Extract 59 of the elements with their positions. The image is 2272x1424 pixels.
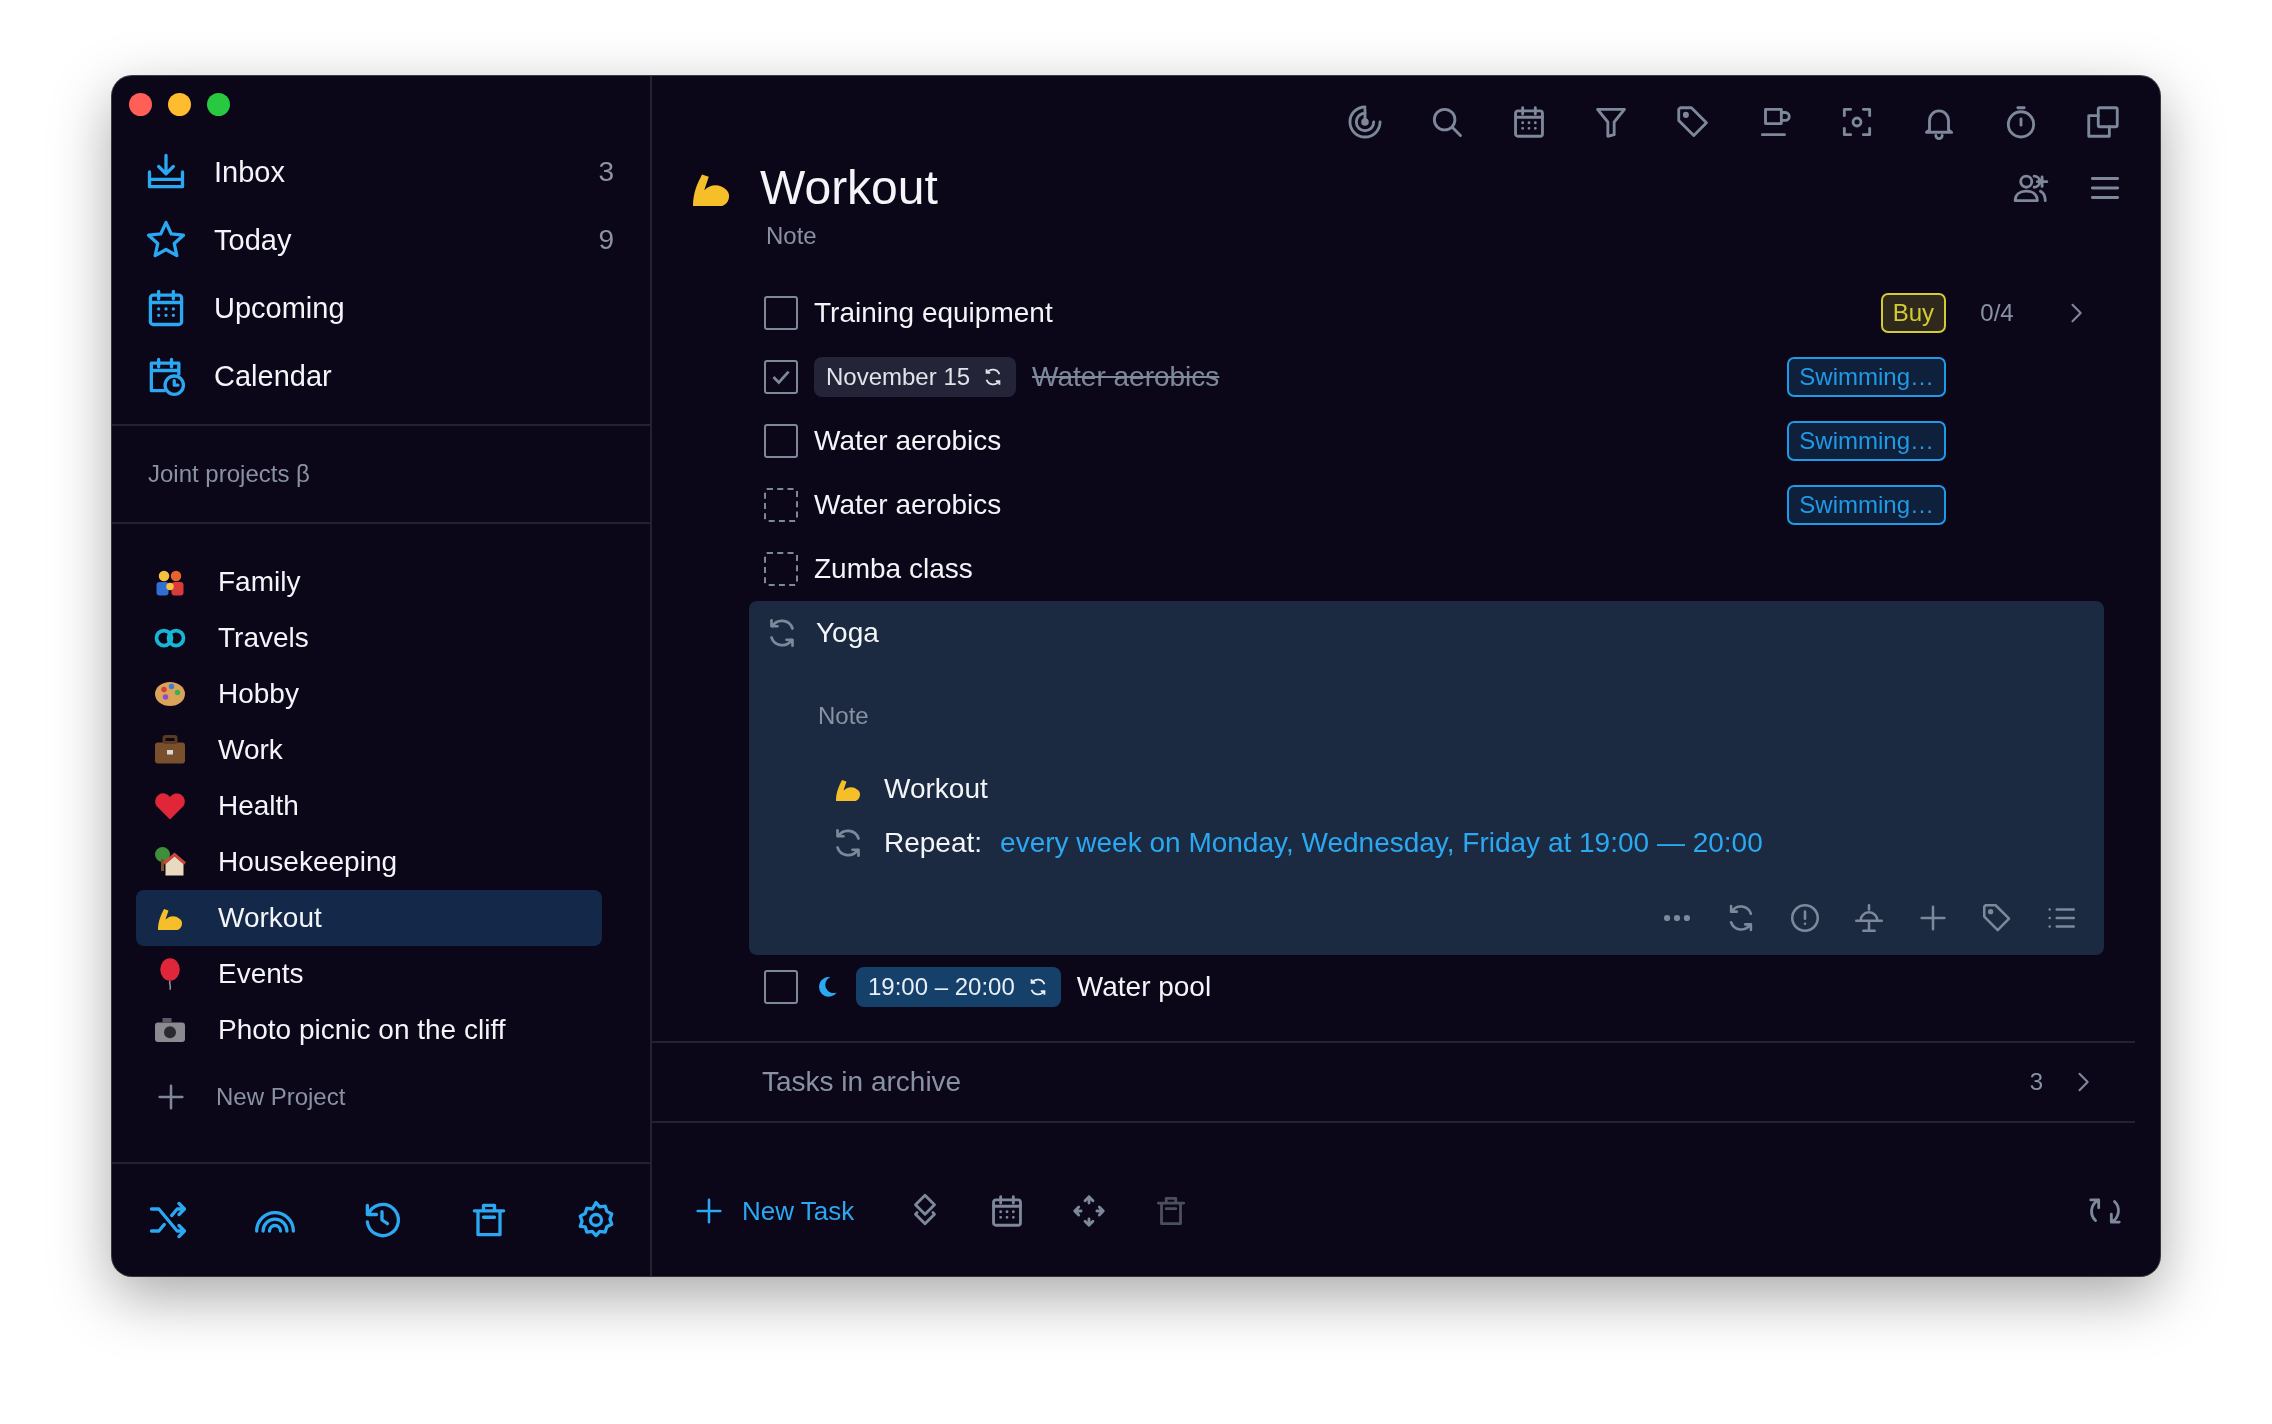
project-item[interactable]: Health bbox=[136, 778, 602, 834]
section-label: Joint projects β bbox=[148, 460, 310, 487]
tag[interactable]: Swimming… bbox=[1787, 357, 1946, 397]
tag[interactable]: Swimming… bbox=[1787, 485, 1946, 525]
project-item[interactable]: Travels bbox=[136, 610, 602, 666]
checkbox[interactable] bbox=[764, 424, 798, 458]
copy-icon[interactable] bbox=[2084, 103, 2122, 141]
repeat-label: Repeat: bbox=[884, 827, 983, 859]
note-field[interactable]: Note bbox=[816, 701, 1120, 731]
someday-checkbox[interactable] bbox=[764, 552, 798, 586]
task-row[interactable]: Zumba class bbox=[749, 537, 2104, 601]
tag[interactable]: Swimming… bbox=[1787, 421, 1946, 461]
subtask-count: 0/4 bbox=[1980, 299, 2014, 327]
item-count: 9 bbox=[598, 224, 614, 256]
new-task-button[interactable]: New Task bbox=[692, 1194, 855, 1228]
minimize-window-button[interactable] bbox=[168, 93, 191, 116]
time-badge[interactable]: 19:00 – 20:00 bbox=[856, 967, 1061, 1007]
archive-row[interactable]: Tasks in archive 3 bbox=[652, 1041, 2135, 1123]
project-name: Workout bbox=[884, 773, 988, 805]
target-icon[interactable] bbox=[1346, 103, 1384, 141]
archive-count: 3 bbox=[2029, 1068, 2043, 1096]
project-item[interactable]: Work bbox=[136, 722, 602, 778]
checkbox[interactable] bbox=[764, 360, 798, 394]
task-title: Zumba class bbox=[814, 553, 973, 585]
date-badge[interactable]: November 15 bbox=[814, 357, 1017, 397]
task-title: Water aerobics bbox=[814, 489, 1002, 521]
task-title: Training equipment bbox=[814, 297, 1053, 329]
task-title-field[interactable]: Yoga bbox=[816, 617, 1216, 649]
project-title: Workout bbox=[760, 160, 938, 215]
task-row[interactable]: November 15 Water aerobics Swimming… bbox=[749, 345, 2104, 409]
checkbox[interactable] bbox=[764, 970, 798, 1004]
task-title: Water aerobics bbox=[1032, 361, 1220, 393]
checkbox[interactable] bbox=[764, 296, 798, 330]
nav-item[interactable]: Today 9 bbox=[144, 206, 614, 274]
nav-item[interactable]: Upcoming bbox=[144, 274, 614, 342]
nav-item[interactable]: Inbox 3 bbox=[144, 138, 614, 206]
task-row[interactable]: Water aerobics Swimming… bbox=[749, 473, 2104, 537]
nav-item[interactable]: Calendar bbox=[144, 342, 614, 410]
project-item[interactable]: Photo picnic on the cliff bbox=[136, 1002, 602, 1058]
repeat-link[interactable]: every week on Monday, Wednesday, Friday at 19:00 — 20:00 bbox=[1000, 827, 1763, 859]
zoom-window-button[interactable] bbox=[207, 93, 230, 116]
project-item[interactable]: Hobby bbox=[136, 666, 602, 722]
task-title: Water pool bbox=[1076, 971, 1212, 1003]
close-window-button[interactable] bbox=[129, 93, 152, 116]
alert-icon[interactable] bbox=[1788, 901, 1822, 935]
task-row[interactable]: 19:00 – 20:00 Water pool bbox=[749, 955, 2104, 1019]
task-row[interactable]: Water aerobics Swimming… bbox=[749, 409, 2104, 473]
tag[interactable]: Buy bbox=[1880, 293, 1946, 333]
project-item[interactable]: Events bbox=[136, 946, 602, 1002]
task-title: Water aerobics bbox=[814, 425, 1002, 457]
project-item[interactable]: Workout bbox=[136, 890, 602, 946]
project-item[interactable]: Family bbox=[136, 554, 602, 610]
new-project-button[interactable]: New Project bbox=[112, 1058, 650, 1114]
project-item[interactable]: Housekeeping bbox=[136, 834, 602, 890]
note-field[interactable]: Note bbox=[764, 221, 1068, 251]
pin-icon[interactable] bbox=[1852, 901, 1886, 935]
task-row[interactable]: Training equipment Buy 0/4 bbox=[749, 281, 2104, 345]
someday-checkbox[interactable] bbox=[764, 488, 798, 522]
item-count: 3 bbox=[598, 156, 614, 188]
